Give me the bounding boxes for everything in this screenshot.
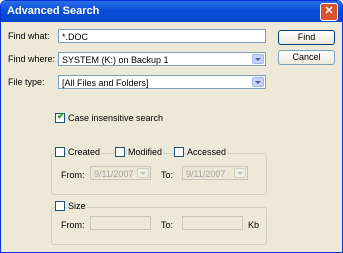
size-checkbox[interactable] <box>55 201 65 211</box>
cancel-button[interactable]: Cancel <box>278 50 335 65</box>
find-what-value: *.DOC <box>62 32 89 42</box>
file-type-value: [All Files and Folders] <box>62 78 149 88</box>
find-where-select[interactable]: SYSTEM (K:) on Backup 1 <box>58 52 266 66</box>
size-from-input[interactable] <box>90 216 151 230</box>
chevron-down-icon[interactable] <box>252 77 264 87</box>
date-from-picker[interactable]: 9/11/2007 <box>90 166 151 180</box>
chevron-down-icon[interactable] <box>234 168 246 178</box>
case-insensitive-checkbox[interactable]: ✔ <box>55 111 65 123</box>
close-icon: ✕ <box>324 5 334 17</box>
date-to-label: To: <box>161 170 174 180</box>
date-to-value: 9/11/2007 <box>186 169 226 179</box>
chevron-down-icon[interactable] <box>252 54 264 64</box>
checkmark-icon: ✔ <box>57 111 65 121</box>
case-insensitive-label: Case insensitive search <box>68 113 164 123</box>
accessed-label: Accessed <box>186 147 228 157</box>
find-where-value: SYSTEM (K:) on Backup 1 <box>62 55 169 65</box>
size-to-label: To: <box>161 220 174 230</box>
size-from-label: From: <box>61 220 85 230</box>
advanced-search-dialog: Advanced Search ✕ Find what: *.DOC Find … <box>0 0 343 253</box>
find-what-input[interactable]: *.DOC <box>58 29 266 43</box>
file-type-label: File type: <box>8 77 45 87</box>
created-label: Created <box>67 147 102 157</box>
date-from-value: 9/11/2007 <box>94 169 134 179</box>
date-to-picker[interactable]: 9/11/2007 <box>182 166 248 180</box>
modified-label: Modified <box>127 147 164 157</box>
close-button[interactable]: ✕ <box>320 3 338 21</box>
window-title: Advanced Search <box>7 5 100 17</box>
date-from-label: From: <box>61 170 85 180</box>
find-where-label: Find where: <box>8 54 56 64</box>
title-bar[interactable]: Advanced Search ✕ <box>1 1 342 22</box>
chevron-down-icon[interactable] <box>137 168 149 178</box>
size-label: Size <box>67 201 87 211</box>
accessed-checkbox[interactable] <box>174 147 184 157</box>
modified-checkbox[interactable] <box>115 147 125 157</box>
find-button[interactable]: Find <box>278 30 335 45</box>
find-what-label: Find what: <box>8 31 50 41</box>
created-checkbox[interactable] <box>55 147 65 157</box>
size-to-input[interactable] <box>182 216 243 230</box>
size-unit-label: Kb <box>248 220 260 230</box>
file-type-select[interactable]: [All Files and Folders] <box>58 75 266 89</box>
